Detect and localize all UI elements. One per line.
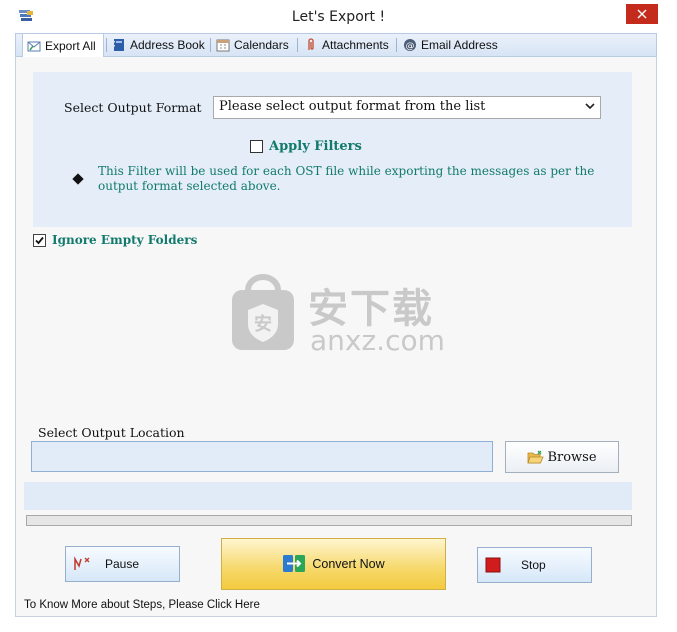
tab-email-address[interactable]: @ Email Address: [399, 34, 509, 56]
window-title: Let's Export !: [291, 9, 386, 25]
folder-open-icon: [527, 450, 545, 463]
pause-icon: [74, 556, 90, 570]
convert-now-button[interactable]: Convert Now: [221, 538, 446, 590]
apply-filters-checkbox[interactable]: Apply Filters: [250, 139, 362, 154]
tab-label: Address Book: [130, 38, 205, 52]
output-format-value: Please select output format from the lis…: [219, 99, 486, 114]
convert-icon: [283, 555, 306, 572]
apply-filters-label: Apply Filters: [269, 139, 362, 154]
tab-address-book[interactable]: Address Book: [108, 34, 208, 56]
output-format-select[interactable]: Please select output format from the lis…: [213, 96, 601, 119]
output-location-label: Select Output Location: [38, 425, 185, 440]
pause-label: Pause: [105, 557, 140, 571]
pause-button[interactable]: Pause: [65, 546, 180, 582]
at-sign-icon: @: [404, 39, 416, 52]
help-link[interactable]: To Know More about Steps, Please Click H…: [24, 599, 260, 611]
output-location-input[interactable]: [31, 441, 493, 472]
tab-label: Export All: [45, 38, 96, 53]
filter-note: This Filter will be used for each OST fi…: [98, 164, 595, 193]
checkbox-box: [250, 140, 263, 153]
shield-bag-icon: 安: [232, 274, 294, 350]
watermark: 安 安下载 anxz.com: [228, 272, 448, 358]
export-window: Let's Export ! Export All Address Book C…: [0, 0, 677, 632]
tab-label: Attachments: [322, 38, 389, 52]
tab-label: Email Address: [421, 38, 498, 52]
browse-button[interactable]: Browse: [505, 441, 619, 473]
svg-text:安: 安: [254, 313, 272, 335]
tab-attachments[interactable]: Attachments: [300, 34, 396, 56]
tab-separator: [396, 38, 397, 52]
progress-bar: [26, 515, 632, 526]
title-bar: Let's Export !: [0, 0, 677, 32]
stop-button[interactable]: Stop: [477, 547, 592, 583]
svg-text:@: @: [406, 42, 415, 52]
chevron-down-icon: [585, 103, 595, 110]
tab-bar: Export All Address Book Calendars Attach…: [15, 33, 657, 57]
ignore-empty-folders-label: Ignore Empty Folders: [52, 233, 198, 247]
output-format-label: Select Output Format: [64, 100, 202, 115]
browse-label: Browse: [547, 449, 597, 465]
tab-export-all[interactable]: Export All: [22, 33, 104, 57]
ignore-empty-folders-checkbox[interactable]: Ignore Empty Folders: [33, 233, 197, 247]
envelope-icon: [27, 41, 41, 51]
status-strip: [24, 482, 632, 510]
tab-separator: [210, 38, 211, 52]
tab-separator: [297, 38, 298, 52]
address-book-icon: [113, 39, 124, 51]
stop-icon: [485, 557, 501, 573]
watermark-domain: anxz.com: [310, 324, 445, 357]
tab-calendars[interactable]: Calendars: [212, 34, 294, 56]
calendar-icon: [216, 39, 230, 52]
tab-separator: [106, 38, 107, 52]
stop-label: Stop: [521, 558, 546, 572]
close-button[interactable]: [626, 4, 658, 24]
checkbox-box: [33, 233, 46, 247]
paperclip-icon: [308, 38, 314, 50]
close-icon: [637, 9, 647, 19]
check-icon: [35, 236, 44, 244]
tab-label: Calendars: [234, 38, 289, 52]
convert-label: Convert Now: [312, 557, 385, 571]
